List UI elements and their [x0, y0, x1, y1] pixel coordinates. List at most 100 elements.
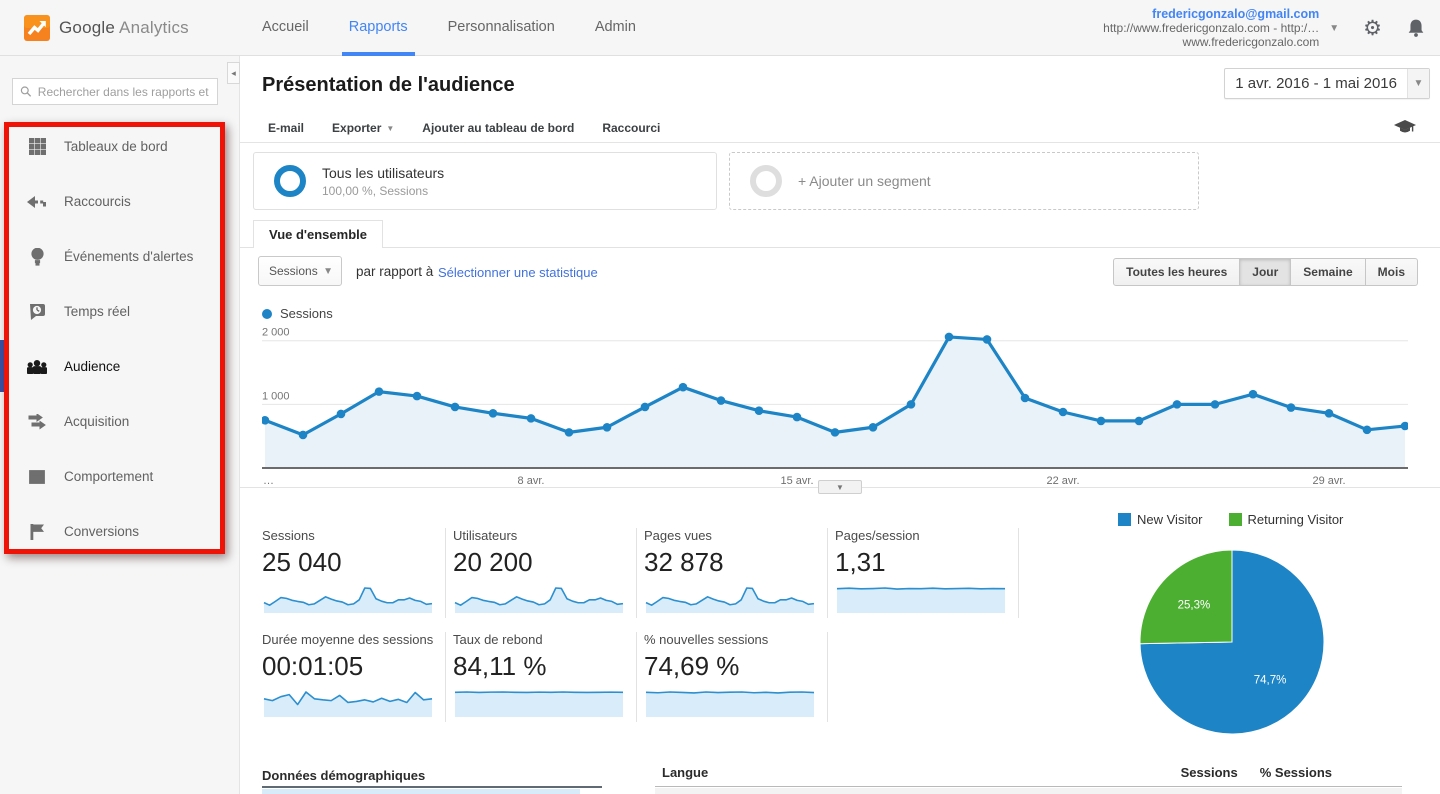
card-separator: [636, 632, 637, 722]
date-range-picker[interactable]: 1 avr. 2016 - 1 mai 2016 ▼: [1224, 68, 1430, 99]
language-table-row[interactable]: [655, 788, 1402, 794]
users-sparkline: [454, 587, 624, 613]
nav-personnalisation[interactable]: Personnalisation: [428, 0, 575, 56]
intelligence-graduation-cap-icon[interactable]: [1394, 120, 1416, 135]
select-statistic-link[interactable]: Sélectionner une statistique: [438, 265, 598, 280]
pct-sessions-column-header[interactable]: % Sessions: [1260, 765, 1332, 780]
metric-card-pages-vues[interactable]: Pages vues 32 878: [644, 528, 824, 613]
segment-ring-icon: [750, 165, 782, 197]
sidebar-item-label: Raccourcis: [64, 194, 131, 209]
date-range-value: 1 avr. 2016 - 1 mai 2016: [1235, 75, 1397, 92]
language-column-header[interactable]: Langue: [662, 765, 708, 780]
metric-value: 1,31: [835, 547, 886, 577]
sidebar-item-raccourcis[interactable]: Raccourcis: [0, 174, 239, 229]
account-zone: fredericgonzalo@gmail.com http://www.fre…: [1103, 0, 1426, 56]
sessions-sparkline: [263, 587, 433, 613]
metric-value: 74,69 %: [644, 651, 740, 681]
sidebar-item-label: Conversions: [64, 524, 140, 539]
card-separator: [1018, 528, 1019, 618]
sidebar-item-tableaux-de-bord[interactable]: Tableaux de bord: [0, 119, 239, 174]
tab-vue-densemble[interactable]: Vue d'ensemble: [253, 220, 383, 248]
new-visitor-swatch: [1118, 513, 1131, 526]
demographics-underline: [262, 786, 602, 788]
metric-label: Taux de rebond: [453, 632, 543, 647]
metric-label: Durée moyenne des sessions: [262, 632, 434, 647]
visitor-type-pie-chart[interactable]: 74,7% 25,3%: [1128, 542, 1338, 747]
tab-row: Vue d'ensemble: [240, 220, 1440, 248]
avg-duration-sparkline: [263, 691, 433, 717]
sessions-line-chart[interactable]: 1 000 2 000 … 8 avr. 15 avr. 22 avr. 29 avr.: [262, 328, 1408, 490]
sidebar-collapse-button[interactable]: ◂: [227, 62, 240, 84]
granularity-month-button[interactable]: Mois: [1364, 258, 1418, 286]
sidebar-item-comportement[interactable]: Comportement: [0, 449, 239, 504]
granularity-week-button[interactable]: Semaine: [1290, 258, 1366, 286]
export-button[interactable]: Exporter ▼: [318, 121, 408, 135]
chevron-down-icon: ▼: [386, 123, 395, 133]
shortcut-button[interactable]: Raccourci: [588, 121, 674, 135]
sidebar-item-label: Temps réel: [64, 304, 131, 319]
add-to-dashboard-button[interactable]: Ajouter au tableau de bord: [408, 121, 588, 135]
metric-card-taux-de-rebond[interactable]: Taux de rebond 84,11 %: [453, 632, 633, 717]
conversions-flag-icon: [27, 523, 47, 540]
metric-label: % nouvelles sessions: [644, 632, 769, 647]
svg-text:29 avr.: 29 avr.: [1312, 475, 1345, 487]
pageviews-sparkline: [645, 587, 815, 613]
audience-people-icon: [27, 359, 47, 374]
granularity-hourly-button[interactable]: Toutes les heures: [1113, 258, 1241, 286]
sidebar-item-acquisition[interactable]: Acquisition: [0, 394, 239, 449]
nav-accueil[interactable]: Accueil: [242, 0, 329, 56]
gear-icon[interactable]: ⚙: [1363, 16, 1382, 40]
brand-text: Google Analytics: [59, 18, 189, 37]
sidebar-item-evenements-alertes[interactable]: Événements d'alertes: [0, 229, 239, 284]
metric-card-duree-moyenne[interactable]: Durée moyenne des sessions 00:01:05: [262, 632, 442, 717]
realtime-clock-icon: [27, 303, 47, 321]
sidebar-item-conversions[interactable]: Conversions: [0, 504, 239, 559]
alert-bulb-icon: [27, 247, 47, 266]
search-input[interactable]: [37, 84, 210, 99]
metric-card-nouvelles-sessions[interactable]: % nouvelles sessions 74,69 %: [644, 632, 824, 717]
dashboard-grid-icon: [27, 138, 47, 155]
sessions-column-header[interactable]: Sessions: [1181, 765, 1238, 780]
chart-legend: Sessions: [262, 306, 333, 321]
svg-text:74,7%: 74,7%: [1254, 674, 1287, 686]
account-property: http://www.fredericgonzalo.com - http:/…: [1103, 21, 1320, 35]
sidebar-item-label: Comportement: [64, 469, 154, 484]
sessions-legend-label: Sessions: [280, 306, 333, 321]
svg-text:22 avr.: 22 avr.: [1046, 475, 1079, 487]
nav-admin[interactable]: Admin: [575, 0, 656, 56]
brand-logo[interactable]: Google Analytics: [24, 0, 189, 56]
bell-icon[interactable]: [1406, 17, 1426, 39]
report-toolbar: E-mail Exporter ▼ Ajouter au tableau de b…: [240, 114, 1440, 143]
sidebar-item-label: Audience: [64, 359, 121, 374]
metric-select-dropdown[interactable]: Sessions ▼: [258, 256, 342, 286]
sidebar: Tableaux de bord Raccourcis Événements d…: [0, 56, 240, 794]
add-segment-button[interactable]: + Ajouter un segment: [729, 152, 1199, 210]
account-selector[interactable]: fredericgonzalo@gmail.com http://www.fre…: [1103, 7, 1339, 49]
metric-label: Sessions: [262, 528, 315, 543]
acquisition-arrows-icon: [27, 413, 47, 430]
chart-collapse-handle[interactable]: ▼: [818, 480, 862, 494]
segment-subtitle: 100,00 %, Sessions: [322, 183, 429, 198]
metric-value: 32 878: [644, 547, 724, 577]
metric-card-utilisateurs[interactable]: Utilisateurs 20 200: [453, 528, 633, 613]
chevron-down-icon: ▼: [323, 265, 333, 277]
segment-all-users[interactable]: Tous les utilisateurs 100,00 %, Sessions: [253, 152, 717, 210]
metric-card-pages-session[interactable]: Pages/session 1,31: [835, 528, 1015, 613]
chevron-down-icon: ▼: [836, 482, 844, 492]
metric-card-sessions[interactable]: Sessions 25 040: [262, 528, 442, 613]
metric-value: 25 040: [262, 547, 342, 577]
granularity-day-button[interactable]: Jour: [1239, 258, 1292, 286]
email-button[interactable]: E-mail: [254, 121, 318, 135]
svg-text:8 avr.: 8 avr.: [518, 475, 545, 487]
chevron-left-icon: ◂: [231, 67, 236, 78]
report-search[interactable]: [12, 78, 218, 105]
card-separator: [445, 528, 446, 618]
nav-rapports[interactable]: Rapports: [329, 0, 428, 56]
sidebar-item-temps-reel[interactable]: Temps réel: [0, 284, 239, 339]
svg-text:25,3%: 25,3%: [1178, 600, 1211, 612]
analytics-logo-icon: [24, 15, 50, 41]
google-analytics-app: Google Analytics Accueil Rapports Personn…: [0, 0, 1440, 794]
chevron-down-icon: ▼: [1329, 22, 1340, 34]
sidebar-item-audience[interactable]: Audience: [0, 339, 239, 394]
demographics-selected-row[interactable]: [262, 789, 580, 794]
